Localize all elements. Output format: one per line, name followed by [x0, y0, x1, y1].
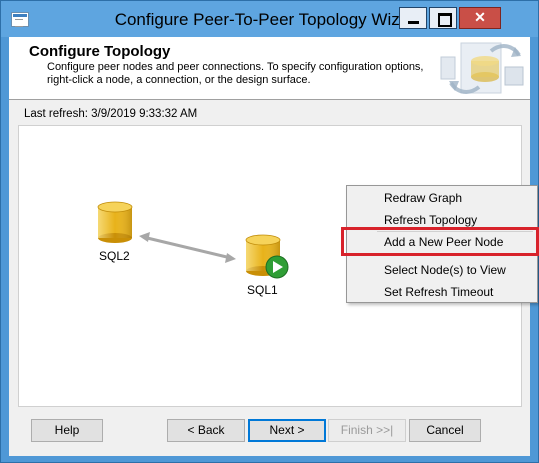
maximize-icon [438, 13, 452, 27]
sql1-node[interactable] [244, 234, 290, 280]
wizard-header: Configure Topology Configure peer nodes … [9, 37, 530, 100]
last-refresh-label: Last refresh: 3/9/2019 9:33:32 AM [24, 108, 198, 120]
cancel-button[interactable]: Cancel [409, 419, 481, 442]
sql1-node-label: SQL1 [247, 283, 278, 297]
menu-item-select-nodes[interactable]: Select Node(s) to View [384, 263, 506, 277]
title-bar[interactable]: Configure Peer-To-Peer Topology Wizard ✕ [1, 1, 538, 37]
menu-item-redraw-graph[interactable]: Redraw Graph [384, 191, 462, 205]
wizard-header-icon [440, 42, 524, 94]
finish-button: Finish >>| [328, 419, 406, 442]
back-button[interactable]: < Back [167, 419, 245, 442]
close-icon: ✕ [474, 9, 486, 25]
page-title: Configure Topology [29, 43, 171, 60]
maximize-button[interactable] [429, 7, 457, 29]
next-button[interactable]: Next > [248, 419, 326, 442]
menu-item-refresh-topology[interactable]: Refresh Topology [384, 213, 477, 227]
page-subtitle: Configure peer nodes and peer connection… [47, 61, 424, 86]
sql2-node[interactable] [96, 201, 136, 245]
minimize-icon [408, 21, 419, 24]
menu-item-set-refresh-timeout[interactable]: Set Refresh Timeout [384, 285, 493, 299]
sql2-node-label: SQL2 [99, 249, 130, 263]
minimize-button[interactable] [399, 7, 427, 29]
play-icon [265, 255, 289, 279]
window-title: Configure Peer-To-Peer Topology Wizard [114, 10, 425, 29]
close-button[interactable]: ✕ [459, 7, 501, 29]
database-icon [97, 201, 133, 243]
help-button[interactable]: Help [31, 419, 103, 442]
highlight-box [341, 227, 539, 256]
